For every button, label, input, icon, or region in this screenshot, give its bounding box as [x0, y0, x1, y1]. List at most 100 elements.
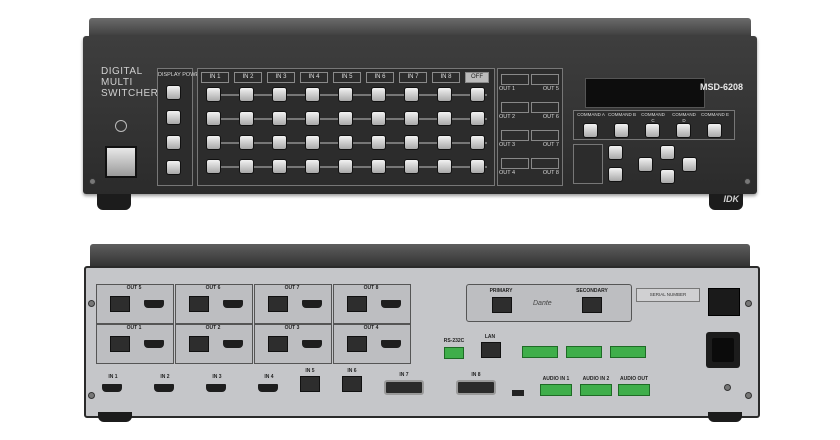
lcd-display — [585, 78, 705, 108]
audio-in1-terminal[interactable] — [540, 384, 572, 396]
crosspoint-button[interactable] — [339, 160, 352, 173]
crosspoint-button[interactable] — [306, 136, 319, 149]
hdmi-port[interactable] — [302, 340, 322, 348]
crosspoint-button[interactable] — [339, 112, 352, 125]
primary-label: PRIMARY — [489, 288, 513, 294]
command-button[interactable] — [677, 124, 690, 137]
nav-button[interactable] — [609, 168, 622, 181]
crosspoint-button[interactable] — [240, 160, 253, 173]
crosspoint-button[interactable] — [306, 88, 319, 101]
crosspoint-button[interactable] — [207, 160, 220, 173]
hdbaset-port[interactable] — [189, 296, 209, 312]
hdmi-port[interactable] — [223, 340, 243, 348]
crosspoint-button[interactable] — [207, 88, 220, 101]
up-button[interactable] — [661, 146, 674, 159]
hdmi-input-port[interactable] — [154, 384, 174, 392]
model-label: MSD-6208 — [699, 82, 743, 92]
crosspoint-button[interactable] — [306, 112, 319, 125]
out-indicator — [531, 130, 559, 141]
crosspoint-button[interactable] — [273, 112, 286, 125]
crosspoint-button[interactable] — [405, 88, 418, 101]
crosspoint-button[interactable] — [372, 88, 385, 101]
screw-icon — [89, 178, 96, 185]
rear-top-cover — [90, 244, 750, 268]
hdbaset-port[interactable] — [268, 296, 288, 312]
crosspoint-button[interactable] — [438, 160, 451, 173]
crosspoint-button[interactable] — [372, 112, 385, 125]
crosspoint-button[interactable] — [471, 112, 484, 125]
hdbaset-port[interactable] — [189, 336, 209, 352]
dvi-input-port[interactable] — [384, 380, 424, 395]
crosspoint-button[interactable] — [240, 88, 253, 101]
hdmi-input-port[interactable] — [206, 384, 226, 392]
audio-in2-terminal[interactable] — [580, 384, 612, 396]
crosspoint-button[interactable] — [339, 88, 352, 101]
hdmi-port[interactable] — [381, 300, 401, 308]
display-power-button-4[interactable] — [167, 161, 180, 174]
hdmi-port[interactable] — [381, 340, 401, 348]
hdmi-port[interactable] — [223, 300, 243, 308]
hdbaset-input-port[interactable] — [342, 376, 362, 392]
crosspoint-button[interactable] — [471, 88, 484, 101]
power-switch[interactable] — [708, 288, 740, 316]
crosspoint-button[interactable] — [306, 160, 319, 173]
left-button[interactable] — [639, 158, 652, 171]
power-button[interactable] — [105, 146, 137, 178]
command-button[interactable] — [646, 124, 659, 137]
hdbaset-port[interactable] — [110, 296, 130, 312]
front-panel: DIGITAL MULTI SWITCHER DISPLAY POWER IN … — [83, 18, 757, 210]
audio-in1-label: AUDIO IN 1 — [542, 376, 570, 382]
crosspoint-button[interactable] — [471, 160, 484, 173]
secondary-port[interactable] — [582, 297, 602, 313]
crosspoint-button[interactable] — [438, 88, 451, 101]
hdbaset-input-port[interactable] — [300, 376, 320, 392]
hdmi-port[interactable] — [144, 340, 164, 348]
command-button[interactable] — [615, 124, 628, 137]
crosspoint-button[interactable] — [339, 136, 352, 149]
hdbaset-port[interactable] — [347, 296, 367, 312]
nav-button[interactable] — [609, 146, 622, 159]
crosspoint-button[interactable] — [240, 136, 253, 149]
hdbaset-port[interactable] — [268, 336, 288, 352]
display-power-button-2[interactable] — [167, 111, 180, 124]
hdbaset-port[interactable] — [110, 336, 130, 352]
hdmi-input-port[interactable] — [258, 384, 278, 392]
hdmi-input-port[interactable] — [102, 384, 122, 392]
dvi-input-port[interactable] — [456, 380, 496, 395]
audio-out-terminal[interactable] — [618, 384, 650, 396]
crosspoint-button[interactable] — [273, 160, 286, 173]
lan-port[interactable] — [481, 342, 501, 358]
command-button[interactable] — [584, 124, 597, 137]
crosspoint-button[interactable] — [372, 160, 385, 173]
right-button[interactable] — [683, 158, 696, 171]
hdmi-port[interactable] — [144, 300, 164, 308]
rs232c-terminal[interactable] — [444, 347, 464, 359]
crosspoint-button[interactable] — [273, 88, 286, 101]
crosspoint-button[interactable] — [405, 136, 418, 149]
hdbaset-port[interactable] — [347, 336, 367, 352]
down-button[interactable] — [661, 170, 674, 183]
crosspoint-button[interactable] — [240, 112, 253, 125]
crosspoint-button[interactable] — [471, 136, 484, 149]
display-power-button-3[interactable] — [167, 136, 180, 149]
primary-port[interactable] — [492, 297, 512, 313]
contact-terminal[interactable] — [610, 346, 646, 358]
update-port[interactable] — [512, 390, 524, 396]
crosspoint-button[interactable] — [438, 136, 451, 149]
in-label: IN 1 — [201, 72, 229, 83]
display-power-button-1[interactable] — [167, 86, 180, 99]
contact-terminal[interactable] — [566, 346, 602, 358]
hdmi-port[interactable] — [302, 300, 322, 308]
crosspoint-button[interactable] — [438, 112, 451, 125]
ac-inlet[interactable] — [706, 332, 740, 368]
out-indicator — [531, 74, 559, 85]
rear-panel: OUT 5 OUT 6 OUT 7 OUT 8 OUT 1 OUT 2 OUT 3 OUT 4… — [84, 244, 760, 422]
crosspoint-button[interactable] — [207, 112, 220, 125]
crosspoint-button[interactable] — [207, 136, 220, 149]
contact-terminal[interactable] — [522, 346, 558, 358]
crosspoint-button[interactable] — [372, 136, 385, 149]
crosspoint-button[interactable] — [273, 136, 286, 149]
crosspoint-button[interactable] — [405, 160, 418, 173]
command-button[interactable] — [708, 124, 721, 137]
crosspoint-button[interactable] — [405, 112, 418, 125]
